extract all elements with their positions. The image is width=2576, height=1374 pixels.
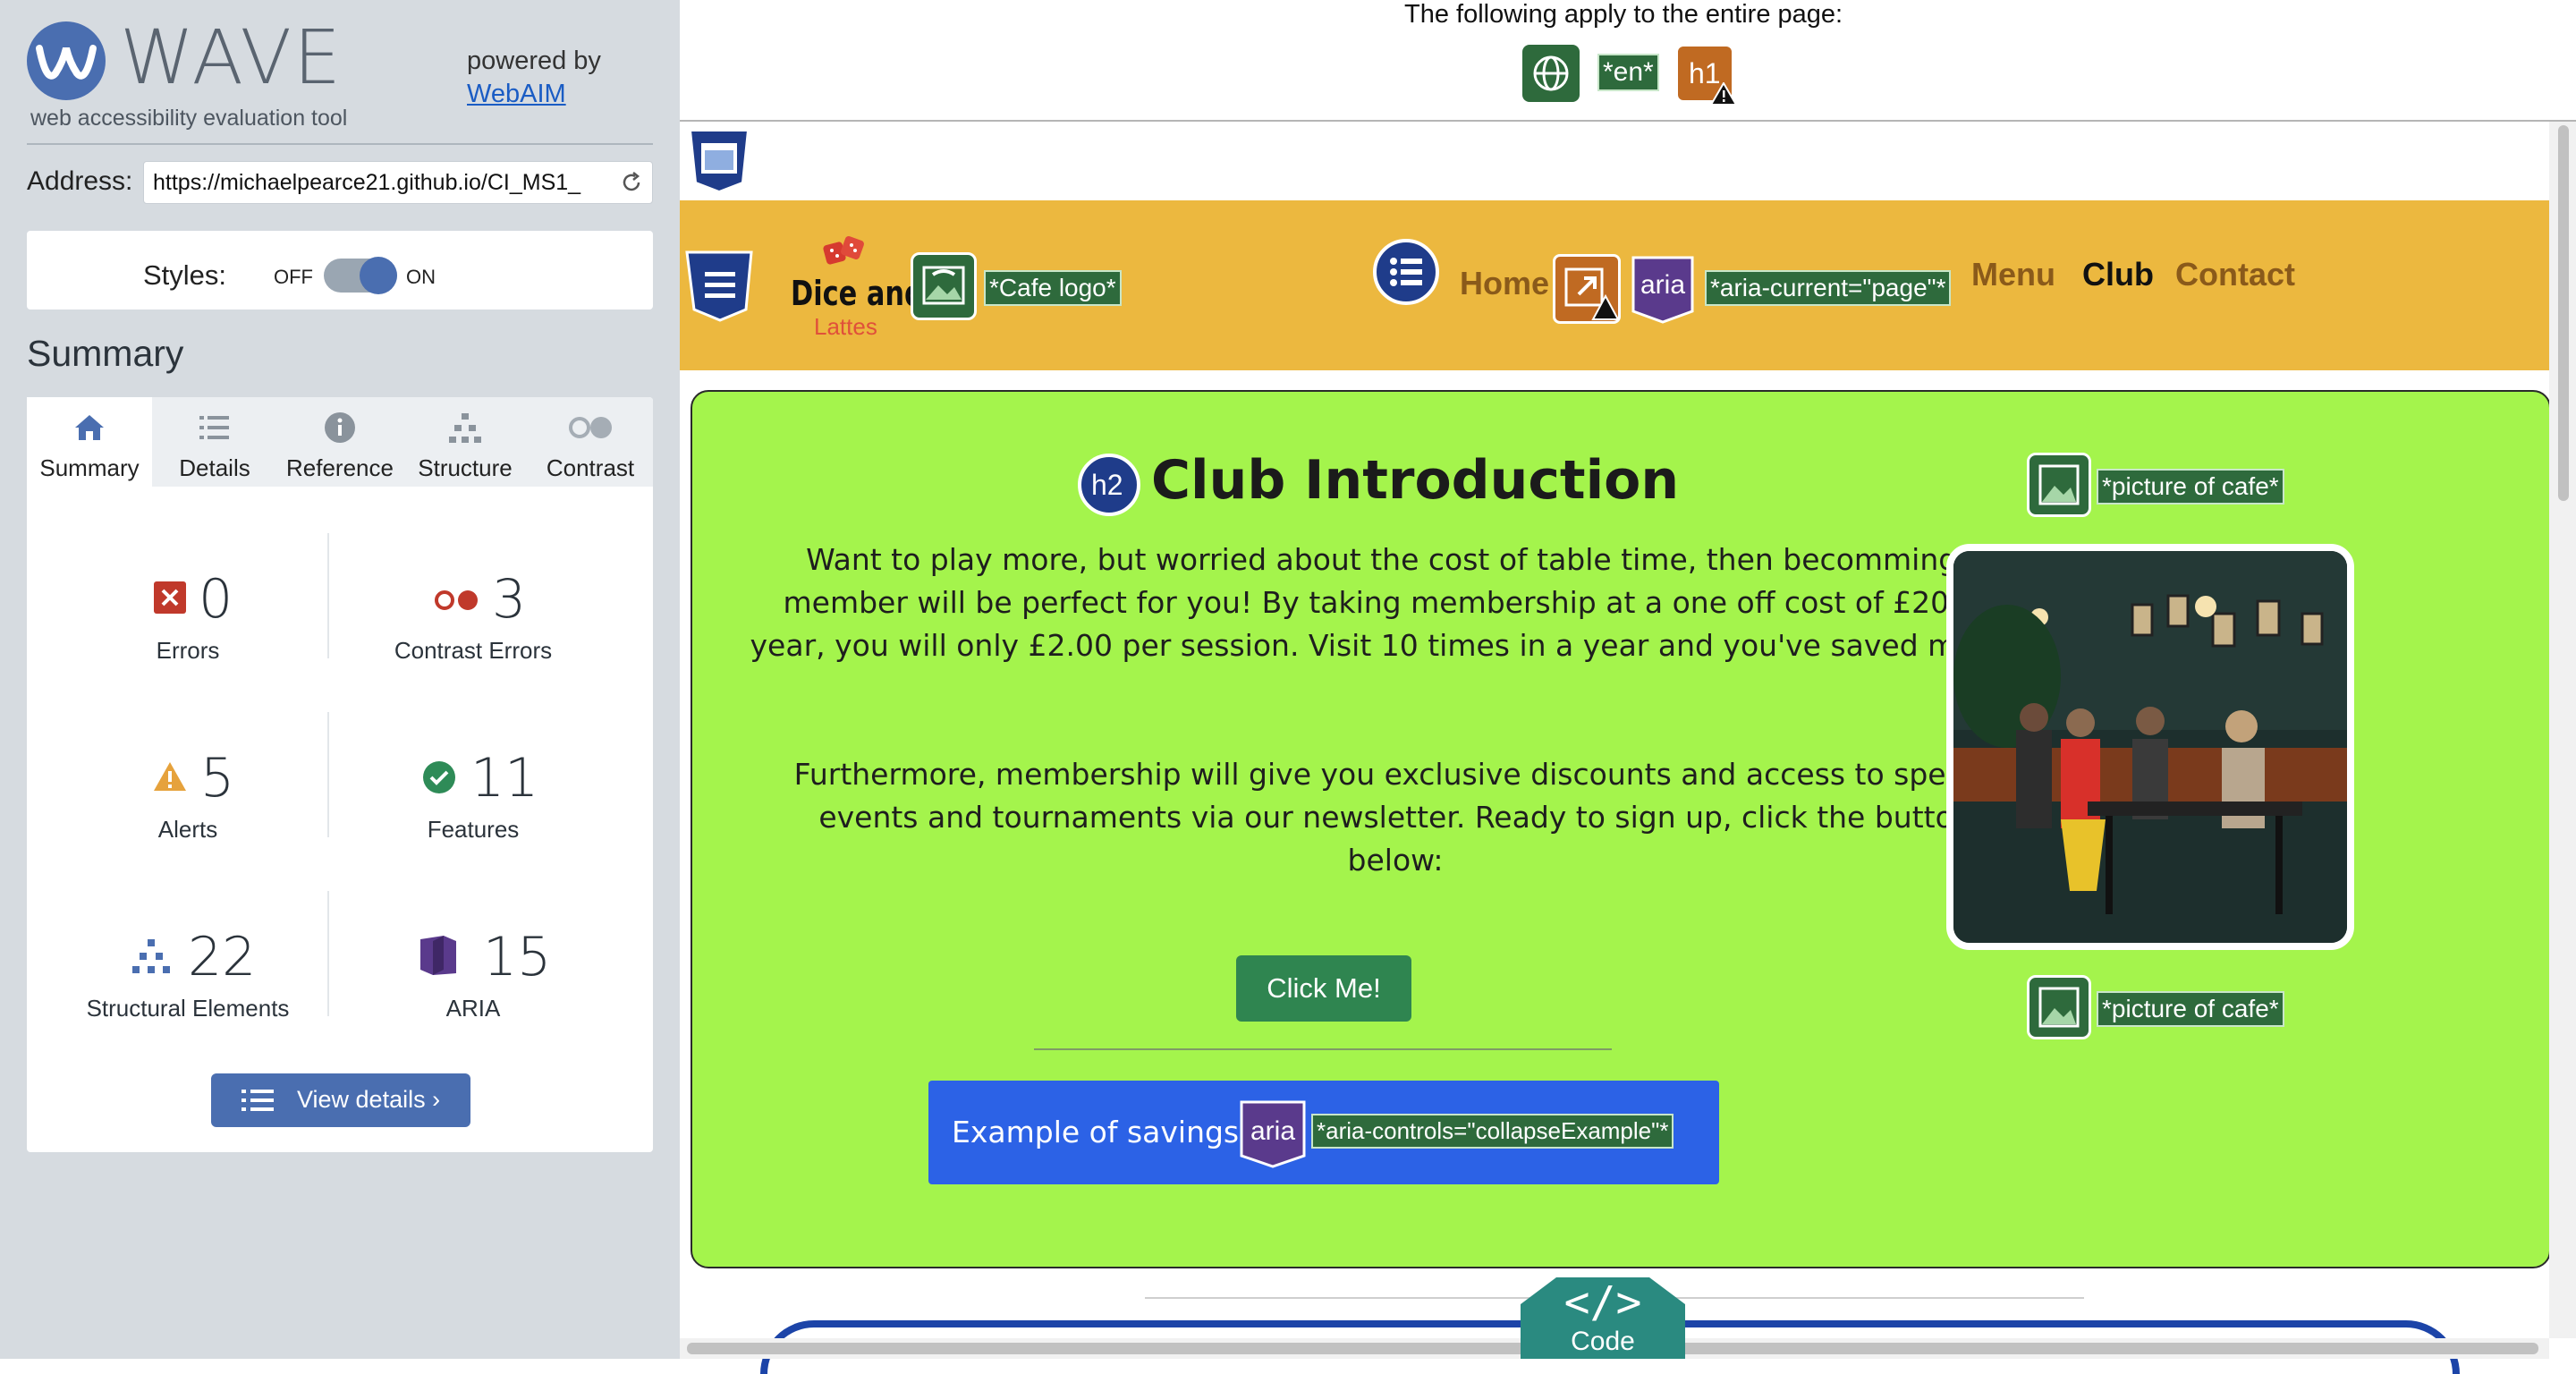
- contrast-icon: [569, 417, 612, 438]
- tab-summary[interactable]: Summary: [27, 397, 152, 487]
- dice-icon: [823, 236, 864, 265]
- picture-alt-tag-top[interactable]: *picture of cafe*: [2097, 469, 2284, 505]
- h2-tag-text: h2: [1091, 469, 1123, 501]
- nav-club-link[interactable]: Club: [2082, 256, 2154, 293]
- picture-alt-tag-bottom[interactable]: *picture of cafe*: [2097, 991, 2284, 1027]
- view-details-button[interactable]: View details ›: [211, 1073, 470, 1127]
- home-icon: [75, 415, 104, 440]
- tab-label: Structure: [418, 454, 513, 481]
- image-alt-icon[interactable]: [2027, 975, 2091, 1039]
- divider: [1034, 1048, 1612, 1050]
- nav-menu-link[interactable]: Menu: [1971, 256, 2055, 293]
- tab-label: Summary: [39, 454, 140, 481]
- aria-label: ARIA: [445, 995, 501, 1022]
- aria-tag-text: aria: [1640, 270, 1686, 300]
- logo-line1: Dice and: [791, 274, 924, 313]
- page-level-text: The following apply to the entire page:: [1404, 0, 1843, 29]
- summary-card: [27, 397, 653, 1152]
- address-label: Address:: [27, 166, 133, 196]
- features-label: Features: [427, 816, 520, 843]
- powered-by-text: powered by: [467, 47, 601, 75]
- powered-by: powered by WebAIM: [467, 45, 601, 111]
- nav-home-link[interactable]: Home: [1460, 265, 1549, 302]
- nav-contact-link[interactable]: Contact: [2175, 256, 2295, 293]
- redundant-link-alert-icon[interactable]: [1553, 254, 1621, 324]
- nav-region-icon[interactable]: [683, 249, 757, 326]
- wave-logo-icon: [27, 21, 106, 100]
- errors-count[interactable]: 0: [199, 572, 233, 626]
- contrast-error-icon: [435, 590, 478, 610]
- tab-structure[interactable]: Structure: [402, 397, 528, 487]
- vertical-scrollbar-thumb[interactable]: [2558, 125, 2569, 501]
- image-alt-icon[interactable]: [2027, 453, 2091, 517]
- aria-current-tag[interactable]: *aria-current="page"*: [1705, 270, 1952, 306]
- intro-paragraph: Want to play more, but worried about the…: [750, 542, 2041, 663]
- logo-line2: Lattes: [814, 313, 877, 340]
- lang-en-tag[interactable]: *en*: [1597, 54, 1659, 91]
- styles-toggle-knob[interactable]: [360, 257, 397, 294]
- savings-button-label: Example of savings: [952, 1115, 1240, 1149]
- linked-image-icon[interactable]: [911, 252, 977, 320]
- page-title: Club Introduction: [1151, 449, 1680, 512]
- list-icon: [199, 416, 229, 439]
- site-logo[interactable]: Dice and Lattes: [787, 234, 924, 342]
- cafe-photo: [1946, 544, 2354, 950]
- contrast-errors-label: Contrast Errors: [394, 637, 553, 664]
- feature-check-icon: [423, 761, 455, 793]
- alerts-label: Alerts: [157, 816, 218, 843]
- tab-label: Reference: [286, 454, 394, 481]
- error-icon: [154, 581, 186, 614]
- address-value[interactable]: https://michaelpearce21.github.io/CI_MS1…: [153, 170, 609, 196]
- structure-icon: [132, 939, 170, 973]
- tab-label: Contrast: [546, 454, 635, 481]
- alert-icon: [154, 762, 186, 791]
- structural-count[interactable]: 22: [188, 930, 256, 984]
- address-input[interactable]: https://michaelpearce21.github.io/CI_MS1…: [143, 161, 653, 204]
- reload-icon[interactable]: [620, 171, 643, 194]
- css-icon[interactable]: [687, 127, 751, 195]
- hierarchy-icon: [449, 413, 481, 443]
- errors-label: Errors: [156, 637, 220, 664]
- tab-label: Details: [179, 454, 250, 481]
- styles-off-label: OFF: [274, 266, 313, 288]
- unordered-list-icon[interactable]: [1372, 238, 1440, 306]
- cafe-logo-alt-tag[interactable]: *Cafe logo*: [984, 270, 1122, 306]
- styles-label: Styles:: [143, 259, 227, 291]
- structural-label: Structural Elements: [86, 995, 290, 1022]
- click-me-button[interactable]: Click Me!: [1236, 955, 1411, 1022]
- code-icon: </>: [1563, 1277, 1642, 1327]
- language-globe-icon[interactable]: [1522, 45, 1580, 102]
- code-tab-label: Code: [1571, 1327, 1635, 1356]
- contrast-errors-count[interactable]: 3: [492, 572, 526, 626]
- tab-contrast[interactable]: Contrast: [528, 397, 653, 487]
- styles-on-label: ON: [406, 266, 436, 288]
- aria-tag-text: aria: [1250, 1116, 1296, 1146]
- wave-title: WAVE: [120, 13, 343, 101]
- summary-heading: Summary: [27, 333, 184, 374]
- aria-nav-icon[interactable]: aria: [1630, 252, 1696, 324]
- info-icon: [325, 412, 355, 443]
- aria-controls-tag[interactable]: *aria-controls="collapseExample"*: [1311, 1114, 1674, 1149]
- membership-paragraph: Furthermore, membership will give you ex…: [793, 757, 1997, 878]
- aria-savings-icon[interactable]: aria: [1238, 1097, 1308, 1168]
- tab-reference[interactable]: Reference: [277, 397, 402, 487]
- h1-alert-icon[interactable]: h1: [1676, 45, 1737, 106]
- aria-count[interactable]: 15: [483, 930, 551, 984]
- tab-details[interactable]: Details: [152, 397, 277, 487]
- list-icon: [242, 1090, 274, 1111]
- wave-tagline: web accessibility evaluation tool: [30, 106, 348, 131]
- warning-icon: [1710, 82, 1737, 106]
- view-details-label: View details ›: [297, 1086, 441, 1113]
- alerts-count[interactable]: 5: [200, 751, 234, 805]
- webaim-link[interactable]: WebAIM: [467, 80, 566, 108]
- features-count[interactable]: 11: [470, 751, 538, 805]
- divider: [27, 143, 653, 145]
- h2-icon[interactable]: h2: [1077, 453, 1141, 517]
- aria-icon: [420, 936, 456, 975]
- code-toggle-tab[interactable]: </> Code: [1521, 1277, 1685, 1359]
